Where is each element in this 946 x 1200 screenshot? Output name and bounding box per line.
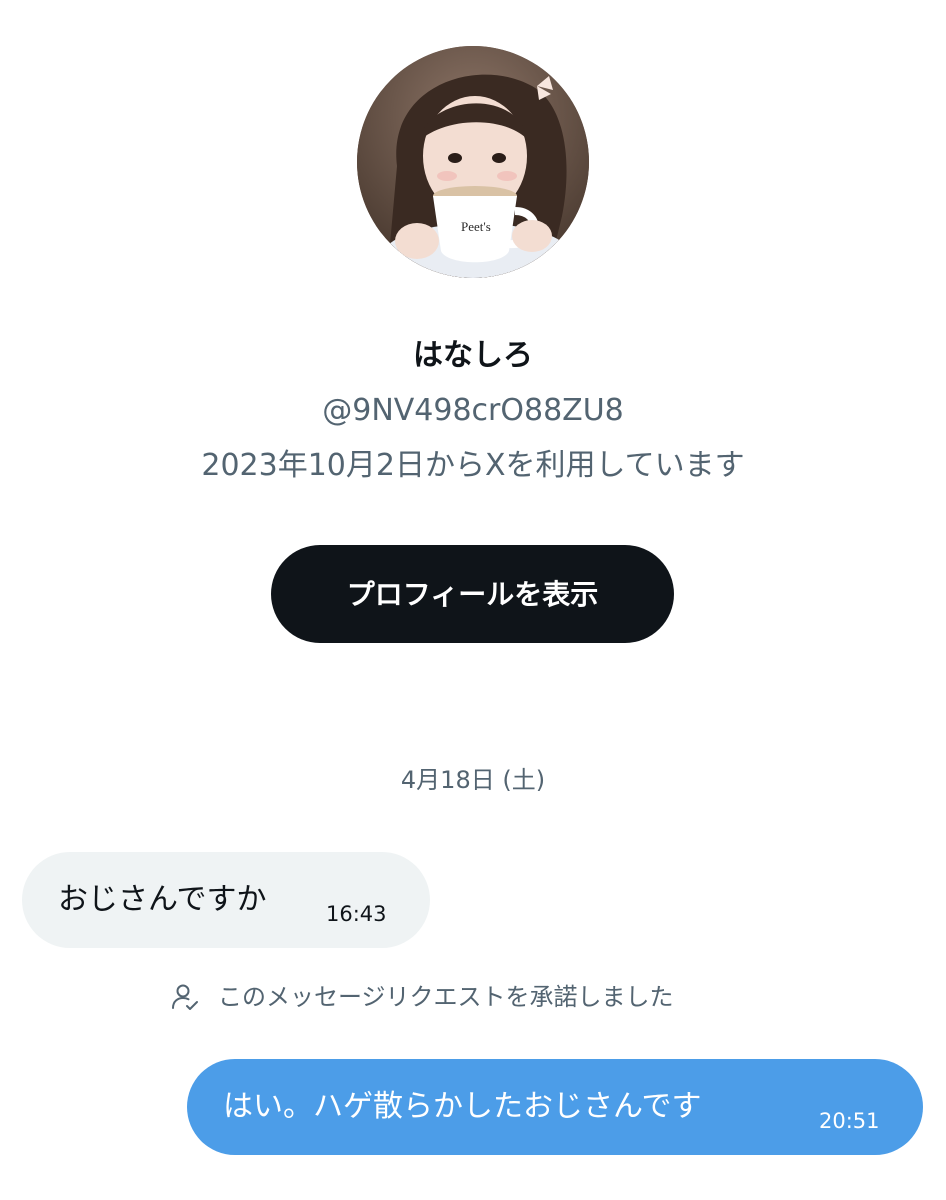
svg-text:Peet's: Peet's <box>461 219 491 234</box>
system-notice-text: このメッセージリクエストを承諾しました <box>218 983 674 1011</box>
message-text: はい。ハゲ散らかしたおじさんです <box>223 1089 702 1124</box>
avatar-photo: Peet's <box>357 46 589 278</box>
avatar[interactable]: Peet's <box>357 46 589 278</box>
incoming-message-bubble[interactable]: おじさんですか 16:43 <box>22 852 430 948</box>
date-separator: 4月18日 (土) <box>400 766 546 794</box>
message-time: 16:43 <box>326 902 387 926</box>
profile-header: Peet's はなしろ @9NV498crO88ZU8 2023年10月2日から… <box>0 0 946 700</box>
system-notice: このメッセージリクエストを承諾しました <box>168 975 674 1019</box>
outgoing-message-bubble[interactable]: はい。ハゲ散らかしたおじさんです 20:51 <box>187 1059 923 1155</box>
user-handle: @9NV498crO88ZU8 <box>322 393 624 428</box>
message-text: おじさんですか <box>58 882 267 917</box>
view-profile-button[interactable]: プロフィールを表示 <box>271 545 674 643</box>
message-time: 20:51 <box>819 1109 880 1133</box>
joined-date: 2023年10月2日からXを利用しています <box>201 448 745 483</box>
person-check-icon <box>168 980 202 1014</box>
display-name: はなしろ <box>413 338 533 373</box>
